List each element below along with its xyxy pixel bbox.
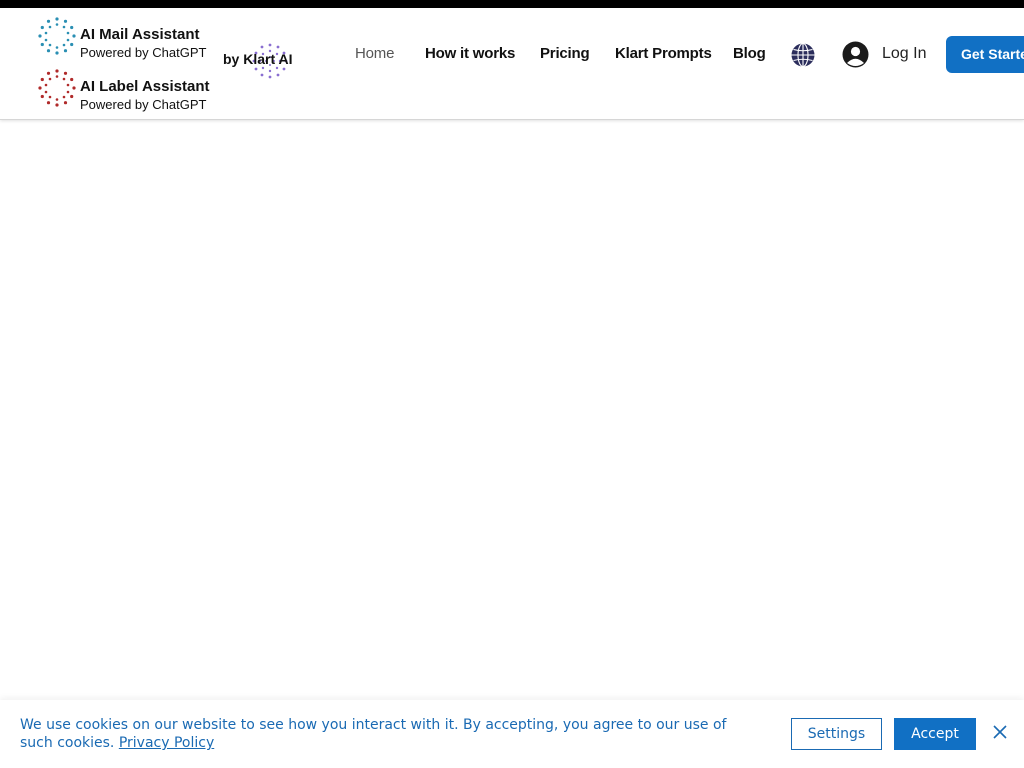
nav-klart-prompts[interactable]: Klart Prompts	[615, 45, 712, 62]
cookie-banner: We use cookies on our website to see how…	[0, 700, 1024, 768]
nav-home[interactable]: Home	[355, 45, 394, 62]
cookie-settings-button[interactable]: Settings	[791, 718, 882, 750]
by-klart-ai[interactable]: by Klart AI	[223, 42, 303, 82]
globe-icon[interactable]	[790, 42, 816, 68]
top-bar	[0, 0, 1024, 8]
label-assistant-logo-icon	[38, 69, 76, 107]
login-link[interactable]: Log In	[882, 45, 926, 63]
close-icon[interactable]	[992, 724, 1008, 740]
brand-label-subtitle: Powered by ChatGPT	[80, 97, 207, 112]
brand-mail-title: AI Mail Assistant	[80, 26, 200, 43]
by-klart-ai-label: by Klart AI	[223, 51, 293, 67]
nav-pricing[interactable]: Pricing	[540, 45, 590, 62]
account-icon[interactable]	[842, 41, 869, 68]
nav-how-it-works[interactable]: How it works	[425, 45, 515, 62]
mail-assistant-logo-icon	[38, 17, 76, 55]
brand-label-title: AI Label Assistant	[80, 78, 210, 95]
nav-blog[interactable]: Blog	[733, 45, 766, 62]
brand-mail-subtitle: Powered by ChatGPT	[80, 45, 207, 60]
site-header: AI Mail Assistant Powered by ChatGPT AI …	[0, 8, 1024, 120]
cookie-message: We use cookies on our website to see how…	[20, 716, 760, 752]
get-started-button[interactable]: Get Started	[946, 36, 1024, 73]
cookie-accept-button[interactable]: Accept	[894, 718, 976, 750]
privacy-policy-link[interactable]: Privacy Policy	[119, 735, 214, 751]
